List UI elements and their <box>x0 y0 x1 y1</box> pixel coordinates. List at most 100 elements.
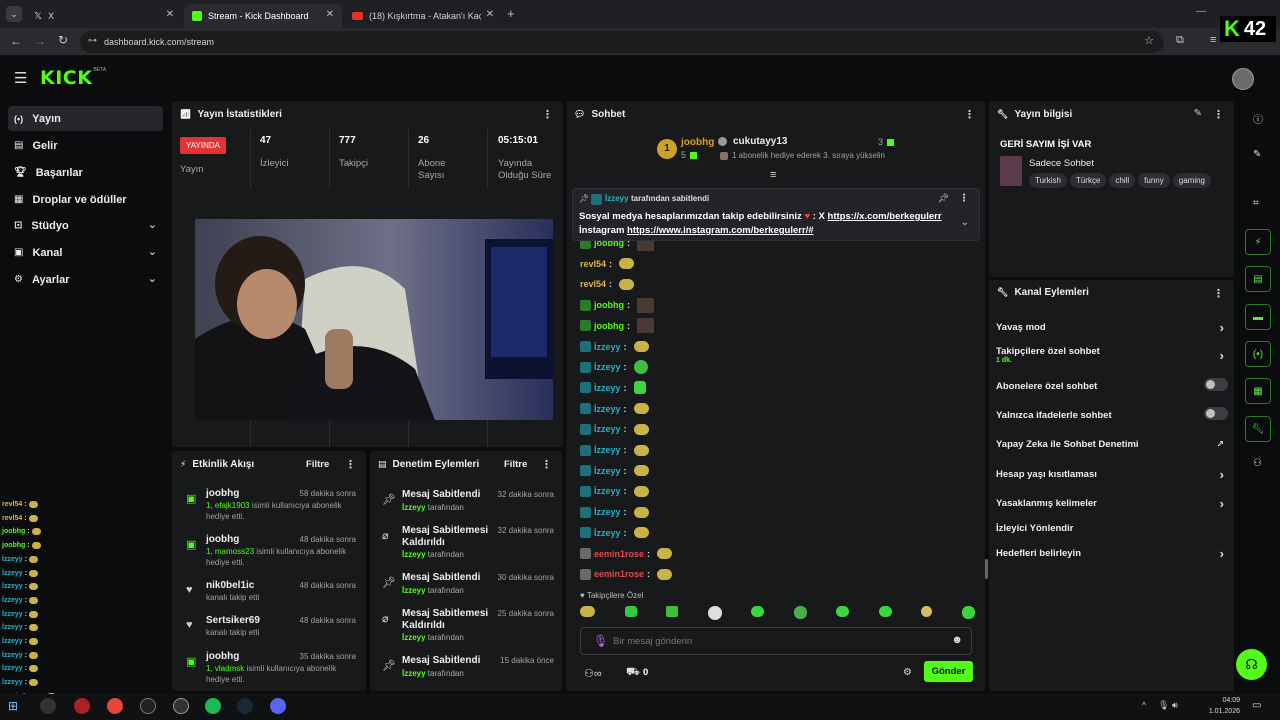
rail-document-button[interactable]: ▤ <box>1245 266 1271 292</box>
rail-bolt-button[interactable]: ⚡︎ <box>1245 229 1271 255</box>
back-icon[interactable]: ← <box>10 34 22 48</box>
reading-list-icon[interactable]: ≡ <box>1210 34 1216 46</box>
community-icon[interactable]: ⚇ <box>1253 458 1262 469</box>
activity-user[interactable]: joobhg <box>206 534 239 545</box>
notification-icon[interactable]: ▭ <box>1252 700 1261 711</box>
moderator-name[interactable]: İzzeyy <box>402 503 426 512</box>
rail-chat-button[interactable]: ▬ <box>1245 304 1271 330</box>
chat-username[interactable]: joobhg <box>594 321 624 331</box>
chat-username[interactable]: İzzeyy <box>594 486 621 496</box>
chat-username[interactable]: İzzeyy <box>594 424 621 434</box>
chat-message[interactable]: İzzeyy: <box>580 421 649 437</box>
sidebar-item-droplar[interactable]: ▦ Droplar ve ödüller <box>8 187 163 212</box>
sidebar-item-gelir[interactable]: ▤ Gelir <box>8 133 163 158</box>
sidebar-item-kanal[interactable]: ▣ Kanal ⌄ <box>8 240 163 265</box>
send-button[interactable]: Gönder <box>924 661 973 682</box>
unpin-icon[interactable]: 📌︎ <box>938 193 949 204</box>
chat-username[interactable]: İzzeyy <box>594 362 621 372</box>
sidebar-item-basarilar[interactable]: 🏆︎ Başarılar <box>8 160 163 185</box>
moderator-name[interactable]: İzzeyy <box>402 586 426 595</box>
moderation-row[interactable]: 📌︎ Mesaj Sabitlendi 30 dakika sonra İzzeyy … <box>378 572 558 612</box>
action-banned-words[interactable]: Yasaklanmış kelimeler › <box>996 496 1228 511</box>
chat-username[interactable]: revl54 <box>580 259 606 269</box>
chat-scrollbar[interactable] <box>985 559 988 579</box>
more-options-icon[interactable]: ⋮ <box>345 458 356 471</box>
more-options-icon[interactable]: ⋮ <box>542 108 553 121</box>
chat-message[interactable]: eemin1rose: <box>580 566 673 582</box>
pinned-x-link[interactable]: https://x.com/berkegulerr <box>828 211 942 222</box>
chat-message[interactable]: eemin1rose: <box>580 546 673 562</box>
gear-icon[interactable]: ⚙ <box>903 667 912 678</box>
tag[interactable]: Turkish <box>1029 173 1067 188</box>
more-options-icon[interactable]: ⋮ <box>541 458 552 471</box>
chat-username[interactable]: İzzeyy <box>594 383 621 393</box>
minimize-icon[interactable]: — <box>1196 6 1206 17</box>
close-icon[interactable]: ✕ <box>326 9 334 20</box>
chat-message[interactable]: İzzeyy: <box>580 339 649 355</box>
filter-button[interactable]: Filtre <box>504 459 527 470</box>
pinned-ig-link[interactable]: https://www.instagram.com/berkegulerr/# <box>627 225 814 236</box>
clip-icon[interactable]: ⌗ <box>1253 198 1259 209</box>
tab-list-button[interactable]: ⌄ <box>6 6 22 22</box>
activity-row[interactable]: ▣ joobhg 48 dakika sonra 1, mamoss23 isimli… <box>182 534 362 578</box>
collapse-icon[interactable]: ≡ <box>770 169 776 181</box>
edit-icon[interactable]: ✎ <box>1194 108 1202 119</box>
store-icon[interactable]: ⛟ <box>626 666 640 680</box>
action-emote-only[interactable]: Yalnızca ifadelerle sohbet <box>996 407 1228 421</box>
activity-row[interactable]: ▣ joobhg 35 dakika sonra 1, vladmsk isimli … <box>182 651 362 695</box>
chrome-icon[interactable] <box>107 698 123 714</box>
sidebar-item-ayarlar[interactable]: ⚙ Ayarlar ⌄ <box>8 267 163 292</box>
microphone-icon[interactable]: 🎙︎ <box>593 634 608 648</box>
moderator-name[interactable]: İzzeyy <box>402 669 426 678</box>
action-raid[interactable]: İzleyici Yönlendir <box>996 523 1228 534</box>
moderator-name[interactable]: İzzeyy <box>402 550 426 559</box>
rail-wrench-button[interactable]: 🔧︎ <box>1245 416 1271 442</box>
chat-username[interactable]: İzzeyy <box>594 445 621 455</box>
activity-row[interactable]: ▣ joobhg 58 dakika sonra 1, efajk1903 isiml… <box>182 488 362 532</box>
activity-user[interactable]: joobhg <box>206 651 239 662</box>
chat-message[interactable]: İzzeyy: <box>580 525 649 541</box>
site-info-icon[interactable]: ⊶ <box>88 35 97 46</box>
action-slow-mode[interactable]: Yavaş mod › <box>996 320 1228 335</box>
close-icon[interactable]: ✕ <box>486 9 494 20</box>
pinned-message[interactable]: 📌︎ İzzeyy tarafından sabitlendi 📌︎ ⋮ Sos… <box>572 188 980 241</box>
activity-user[interactable]: nik0bel1ic <box>206 580 254 591</box>
chat-input-box[interactable]: 🎙︎ ☻ <box>580 627 972 655</box>
sidebar-item-studyo[interactable]: ⊡ Stüdyo ⌄ <box>8 213 163 238</box>
filter-button[interactable]: Filtre <box>306 459 329 470</box>
chat-message[interactable]: İzzeyy: <box>580 401 649 417</box>
tab-youtube[interactable]: (18) Kışkırtma - Atakan'ı Kaçırdı... ✕ <box>344 4 502 28</box>
chat-message[interactable]: revl54: <box>580 276 635 292</box>
avatar[interactable] <box>1232 68 1254 90</box>
emote-icon[interactable] <box>878 606 892 617</box>
forward-icon[interactable]: → <box>34 34 46 48</box>
chat-message[interactable]: İzzeyy: <box>580 380 646 396</box>
gifter-name[interactable]: cukutayy13 <box>733 136 787 147</box>
chat-username[interactable]: joobhg <box>594 300 624 310</box>
info-icon[interactable]: ⓘ <box>1253 111 1263 126</box>
chevron-down-icon[interactable]: ⌄ <box>961 217 969 228</box>
search-icon[interactable] <box>40 698 56 714</box>
chat-message[interactable]: revl54: <box>580 256 635 272</box>
app-icon[interactable] <box>140 698 156 714</box>
emote-icon[interactable] <box>624 606 637 617</box>
leader-name[interactable]: joobhg <box>681 137 714 148</box>
tab-kick-dashboard[interactable]: Stream - Kick Dashboard ✕ <box>184 4 342 28</box>
moderation-row[interactable]: 📌︎ Mesaj Sabitlendi 15 dakika önce İzzeyy t… <box>378 655 558 695</box>
moderator-name[interactable]: İzzeyy <box>402 633 426 642</box>
tray-chevron-icon[interactable]: ^ <box>1142 700 1146 710</box>
emote-icon[interactable] <box>666 606 679 617</box>
chat-username[interactable]: İzzeyy <box>594 507 621 517</box>
help-support-button[interactable]: ☊ <box>1236 649 1267 680</box>
emote-icon[interactable] <box>793 606 807 619</box>
chat-username[interactable]: İzzeyy <box>594 342 621 352</box>
tag[interactable]: chill <box>1109 173 1136 188</box>
bookmark-star-icon[interactable]: ☆ <box>1144 34 1154 47</box>
tag[interactable]: funny <box>1138 173 1170 188</box>
emoji-icon[interactable]: ☻ <box>951 634 963 646</box>
emote-icon[interactable] <box>751 606 765 617</box>
rail-layout-button[interactable]: ▦ <box>1245 378 1271 404</box>
reload-icon[interactable]: ↻ <box>58 33 68 47</box>
more-options-icon[interactable]: ⋮ <box>1213 108 1224 121</box>
chat-message[interactable]: İzzeyy: <box>580 442 649 458</box>
